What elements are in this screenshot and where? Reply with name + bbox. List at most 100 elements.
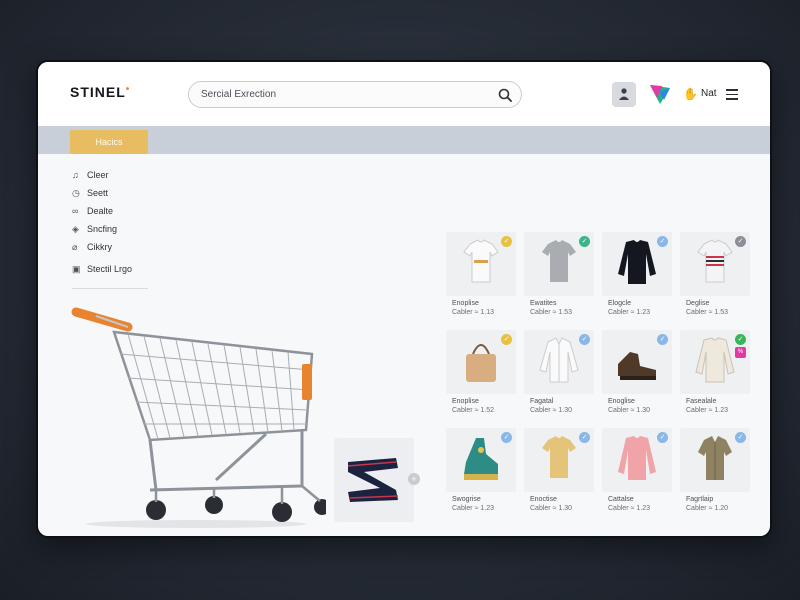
product-price: Cabler ≈ 1.23 (452, 505, 494, 512)
product-card[interactable]: ✓ Enoglise Cabler ≈ 1.30 (602, 330, 672, 425)
sidebar-item-label: Sncfing (87, 224, 118, 234)
scarf-icon (347, 458, 399, 502)
product-name: Elogcle (608, 300, 631, 307)
product-price: Cabler ≈ 1.30 (530, 505, 572, 512)
product-name: Fagatal (530, 398, 554, 405)
search-input[interactable]: Sercial Exrection (188, 81, 522, 108)
menu-icon[interactable] (726, 89, 738, 100)
favorite-badge-icon[interactable]: ✓ (657, 432, 668, 443)
product-card[interactable]: ✓ Fagrtlaip Cabler ≈ 1.20 (680, 428, 750, 523)
white-tshirt-icon (463, 239, 499, 283)
cream-sweater-icon (695, 337, 735, 383)
product-name: Enoplise (452, 398, 479, 405)
app-window: STINEL• Sercial Exrection ✋ Nat Hacics ♫… (36, 60, 772, 538)
favorite-badge-icon[interactable]: ✓ (579, 432, 590, 443)
favorite-badge-icon[interactable]: ✓ (735, 334, 746, 345)
sidebar-item[interactable]: ▣ Stectil Lrgo (72, 262, 182, 280)
product-card[interactable]: ✓ Elogcle Cabler ≈ 1.23 (602, 232, 672, 327)
clock-icon: ◷ (72, 188, 80, 198)
account-button[interactable] (612, 82, 636, 107)
logo[interactable]: STINEL• (70, 84, 130, 100)
person-icon (619, 88, 629, 100)
product-price: Cabler ≈ 1.30 (530, 407, 572, 414)
product-name: Fasealale (686, 398, 717, 405)
product-name: Cattalse (608, 496, 634, 503)
product-card[interactable]: ✓ Enoplise Cabler ≈ 1.52 (446, 330, 516, 425)
product-name: Ewatites (530, 300, 557, 307)
logo-text: STINEL (70, 84, 126, 100)
olive-shirt-icon (698, 436, 732, 480)
link-icon: ∞ (72, 206, 79, 216)
product-card[interactable]: ✓% Fasealale Cabler ≈ 1.23 (680, 330, 750, 425)
favorite-badge-icon[interactable]: ✓ (657, 236, 668, 247)
sidebar-item[interactable]: ♫ Cleer (72, 168, 182, 186)
sidebar-item-label: Cleer (87, 170, 109, 180)
product-price: Cabler ≈ 1.23 (608, 505, 650, 512)
product-price: Cabler ≈ 1.53 (686, 309, 728, 316)
product-card[interactable]: ✓ Ewatites Cabler ≈ 1.53 (524, 232, 594, 327)
sidebar-item[interactable]: ⌀ Cikkry (72, 240, 182, 258)
favorite-badge-icon[interactable]: ✓ (579, 334, 590, 345)
banner-button[interactable]: Hacics (70, 130, 148, 154)
nav-label[interactable]: Nat (701, 88, 717, 99)
white-shirt-icon (539, 337, 579, 383)
sidebar-item[interactable]: ◈ Sncfing (72, 222, 182, 240)
product-price: Cabler ≈ 1.52 (452, 407, 494, 414)
striped-tshirt-icon (697, 239, 733, 283)
sale-badge-icon: % (735, 347, 746, 358)
favorite-badge-icon[interactable]: ✓ (501, 334, 512, 345)
category-banner: Hacics (38, 126, 770, 154)
favorite-badge-icon[interactable]: ✓ (657, 334, 668, 345)
sidebar-item-label: Dealte (87, 206, 114, 216)
product-name: Fagrtlaip (686, 496, 714, 503)
favorite-badge-icon[interactable]: ✓ (735, 236, 746, 247)
product-card[interactable]: ✓ Deglise Cabler ≈ 1.53 (680, 232, 750, 327)
wave-hand-icon[interactable]: ✋ (683, 87, 698, 101)
product-card[interactable]: ✓ Cattalse Cabler ≈ 1.23 (602, 428, 672, 523)
favorite-badge-icon[interactable]: ✓ (735, 432, 746, 443)
sidebar-item-label: Seett (87, 188, 109, 198)
shopping-cart-image (71, 307, 326, 528)
search-icon[interactable] (497, 87, 513, 103)
favorite-badge-icon[interactable]: ✓ (501, 236, 512, 247)
product-price: Cabler ≈ 1.23 (686, 407, 728, 414)
sidebar-divider (72, 288, 148, 289)
scarf-product-card[interactable]: + (334, 438, 420, 522)
mustard-tshirt-icon (542, 436, 576, 478)
product-price: Cabler ≈ 1.30 (608, 407, 650, 414)
top-header: STINEL• Sercial Exrection ✋ Nat (38, 62, 770, 126)
favorite-badge-icon[interactable]: ✓ (501, 432, 512, 443)
calendar-icon: ▣ (72, 264, 81, 274)
product-price: Cabler ≈ 1.20 (686, 505, 728, 512)
teal-sandal-icon (464, 438, 498, 480)
black-longsleeve-icon (618, 240, 656, 284)
brand-badge-icon[interactable] (648, 82, 672, 107)
product-name: Enoplise (452, 300, 479, 307)
sidebar-item[interactable]: ∞ Dealte (72, 204, 182, 222)
pink-sweater-icon (618, 436, 656, 480)
brown-shoes-icon (618, 352, 656, 380)
product-card[interactable]: ✓ Fagatal Cabler ≈ 1.30 (524, 330, 594, 425)
product-name: Enoglise (608, 398, 635, 405)
gray-tshirt-icon (542, 240, 576, 282)
product-card[interactable]: ✓ Swogrise Cabler ≈ 1.23 (446, 428, 516, 523)
product-name: Enoctise (530, 496, 557, 503)
favorite-badge-icon[interactable]: ✓ (579, 236, 590, 247)
sidebar-item-label: Cikkry (87, 242, 112, 252)
product-card[interactable]: ✓ Enoplise Cabler ≈ 1.13 (446, 232, 516, 327)
product-price: Cabler ≈ 1.53 (530, 309, 572, 316)
bell-icon: ♫ (72, 170, 79, 180)
sidebar-item-label: Stectil Lrgo (87, 264, 133, 274)
sidebar: ♫ Cleer ◷ Seett ∞ Dealte ◈ Sncfing ⌀ Cikkry ▣… (72, 168, 182, 289)
product-price: Cabler ≈ 1.23 (608, 309, 650, 316)
shield-icon: ◈ (72, 224, 79, 234)
search-placeholder: Sercial Exrection (201, 89, 277, 100)
logo-accent-icon: • (125, 84, 131, 95)
sidebar-item[interactable]: ◷ Seett (72, 186, 182, 204)
product-card[interactable]: ✓ Enoctise Cabler ≈ 1.30 (524, 428, 594, 523)
add-icon[interactable]: + (408, 473, 420, 485)
tag-icon: ⌀ (72, 242, 78, 252)
product-price: Cabler ≈ 1.13 (452, 309, 494, 316)
tan-handbag-icon (466, 344, 496, 382)
product-name: Swogrise (452, 496, 481, 503)
